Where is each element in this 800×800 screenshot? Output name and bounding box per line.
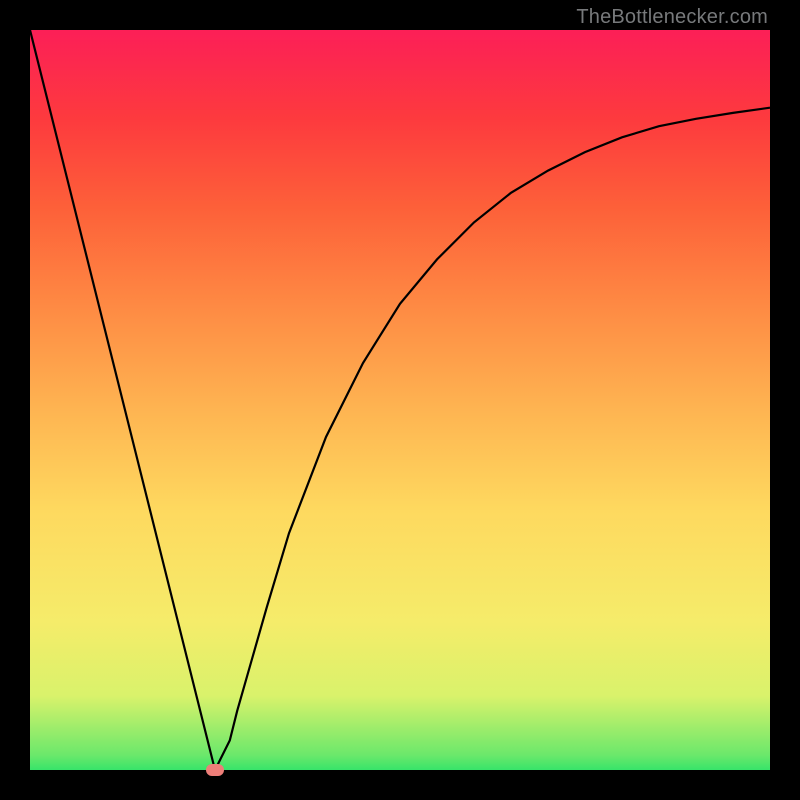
plot-area (30, 30, 770, 770)
optimum-marker (206, 764, 224, 776)
chart-container: TheBottlenecker.com (0, 0, 800, 800)
watermark-text: TheBottlenecker.com (576, 6, 768, 29)
bottleneck-curve (30, 30, 770, 770)
curve-svg (30, 30, 770, 770)
